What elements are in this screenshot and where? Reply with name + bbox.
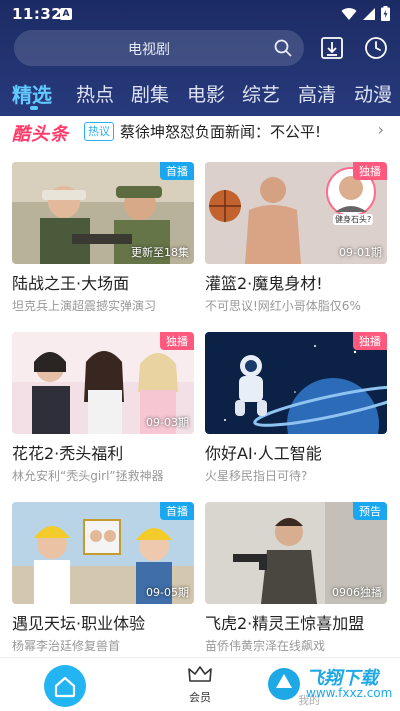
vip-label: 会员	[189, 691, 211, 704]
battery-icon	[381, 6, 390, 21]
video-card[interactable]: 健身石头? 独播 09-01期 灌篮2·魔鬼身材! 不可思议!网红小哥体脂仅6%	[205, 162, 387, 314]
active-tab-indicator	[30, 106, 38, 110]
video-card[interactable]: 首播 09-05期 遇见天坛·职业体验 杨幂李治廷修复兽首	[12, 502, 194, 654]
news-headline[interactable]: 蔡徐坤怒怼负面新闻：不公平!	[120, 121, 321, 142]
tab-movies[interactable]: 电影	[187, 80, 225, 107]
tab-series[interactable]: 剧集	[131, 80, 169, 107]
status-badge: 独播	[160, 332, 194, 350]
status-time: 11:32	[12, 5, 63, 23]
status-badge: 首播	[160, 162, 194, 180]
speech-bubble-text: 健身石头?	[333, 214, 374, 225]
card-subtitle: 不可思议!网红小哥体脂仅6%	[205, 299, 361, 313]
card-subtitle: 苗侨伟黄宗泽在线飙戏	[205, 639, 326, 653]
episode-info: 更新至18集	[131, 246, 189, 259]
status-badge: 预告	[353, 502, 387, 520]
chevron-right-icon[interactable]: ›	[378, 120, 384, 139]
episode-info: 0906独播	[332, 586, 382, 599]
card-subtitle: 林允安利“秃头girl”拯救神器	[12, 469, 164, 483]
signal-icon	[363, 7, 375, 20]
video-thumbnail[interactable]: 首播 09-05期	[12, 502, 194, 604]
card-title[interactable]: 你好AI·人工智能	[205, 440, 387, 464]
video-card[interactable]: 独播 你好AI·人工智能 火星移民指日可待?	[205, 332, 387, 484]
card-title[interactable]: 花花2·秃头福利	[12, 440, 194, 464]
history-clock-icon[interactable]	[364, 36, 388, 60]
wifi-icon	[341, 7, 357, 20]
tab-anime[interactable]: 动漫	[354, 80, 392, 107]
home-button[interactable]	[44, 665, 86, 707]
video-thumbnail[interactable]: 独播 09-03期	[12, 332, 194, 434]
card-subtitle: 火星移民指日可待?	[205, 469, 308, 483]
status-icons	[341, 6, 390, 21]
video-card[interactable]: 预告 0906独播 飞虎2·精灵王惊喜加盟 苗侨伟黄宗泽在线飙戏	[205, 502, 387, 654]
watermark-logo-icon	[268, 668, 300, 700]
status-badge: 独播	[353, 332, 387, 350]
tab-featured[interactable]: 精选	[12, 79, 52, 108]
card-title[interactable]: 遇见天坛·职业体验	[12, 610, 194, 634]
card-title[interactable]: 灌篮2·魔鬼身材!	[205, 270, 387, 294]
card-title[interactable]: 陆战之王·大场面	[12, 270, 194, 294]
card-subtitle: 坦克兵上演超震撼实弹演习	[12, 299, 157, 313]
status-badge: 独播	[353, 162, 387, 180]
search-input[interactable]: 电视剧	[14, 39, 284, 59]
episode-info: 09-03期	[146, 416, 189, 429]
tab-hot[interactable]: 热点	[76, 80, 114, 107]
video-thumbnail[interactable]: 独播	[205, 332, 387, 434]
notification-icon: A	[60, 8, 72, 20]
headline-ticker[interactable]: 酷头条 热议 蔡徐坤怒怼负面新闻：不公平! ›	[0, 116, 400, 148]
download-icon[interactable]	[320, 36, 344, 60]
status-badge: 首播	[160, 502, 194, 520]
status-bar: 11:32 A	[0, 0, 400, 28]
video-thumbnail[interactable]: 健身石头? 独播 09-01期	[205, 162, 387, 264]
crown-icon	[188, 666, 212, 682]
search-icon[interactable]	[274, 39, 292, 57]
episode-info: 09-05期	[146, 586, 189, 599]
video-thumbnail[interactable]: 预告 0906独播	[205, 502, 387, 604]
search-bar[interactable]: 电视剧	[14, 30, 304, 66]
news-brand-logo: 酷头条	[12, 124, 69, 145]
tab-hd[interactable]: 高清	[298, 80, 336, 107]
card-subtitle: 杨幂李治廷修复兽首	[12, 639, 121, 653]
video-card[interactable]: 首播 更新至18集 陆战之王·大场面 坦克兵上演超震撼实弹演习	[12, 162, 194, 314]
top-header: 11:32 A 电视剧 精选 热点 剧集 电影 综艺 高清 动漫	[0, 0, 400, 116]
card-title[interactable]: 飞虎2·精灵王惊喜加盟	[205, 610, 387, 634]
video-card[interactable]: 独播 09-03期 花花2·秃头福利 林允安利“秃头girl”拯救神器	[12, 332, 194, 484]
watermark-url: www.fxxz.com	[306, 686, 393, 700]
site-watermark: 飞翔下载 www.fxxz.com	[262, 662, 396, 706]
tab-variety[interactable]: 综艺	[242, 80, 280, 107]
category-tabs: 精选 热点 剧集 电影 综艺 高清 动漫	[0, 76, 400, 114]
video-thumbnail[interactable]: 首播 更新至18集	[12, 162, 194, 264]
episode-info: 09-01期	[339, 246, 382, 259]
vip-button[interactable]: 会员	[178, 664, 222, 705]
news-tag-badge: 热议	[84, 122, 114, 141]
home-icon	[54, 676, 76, 698]
